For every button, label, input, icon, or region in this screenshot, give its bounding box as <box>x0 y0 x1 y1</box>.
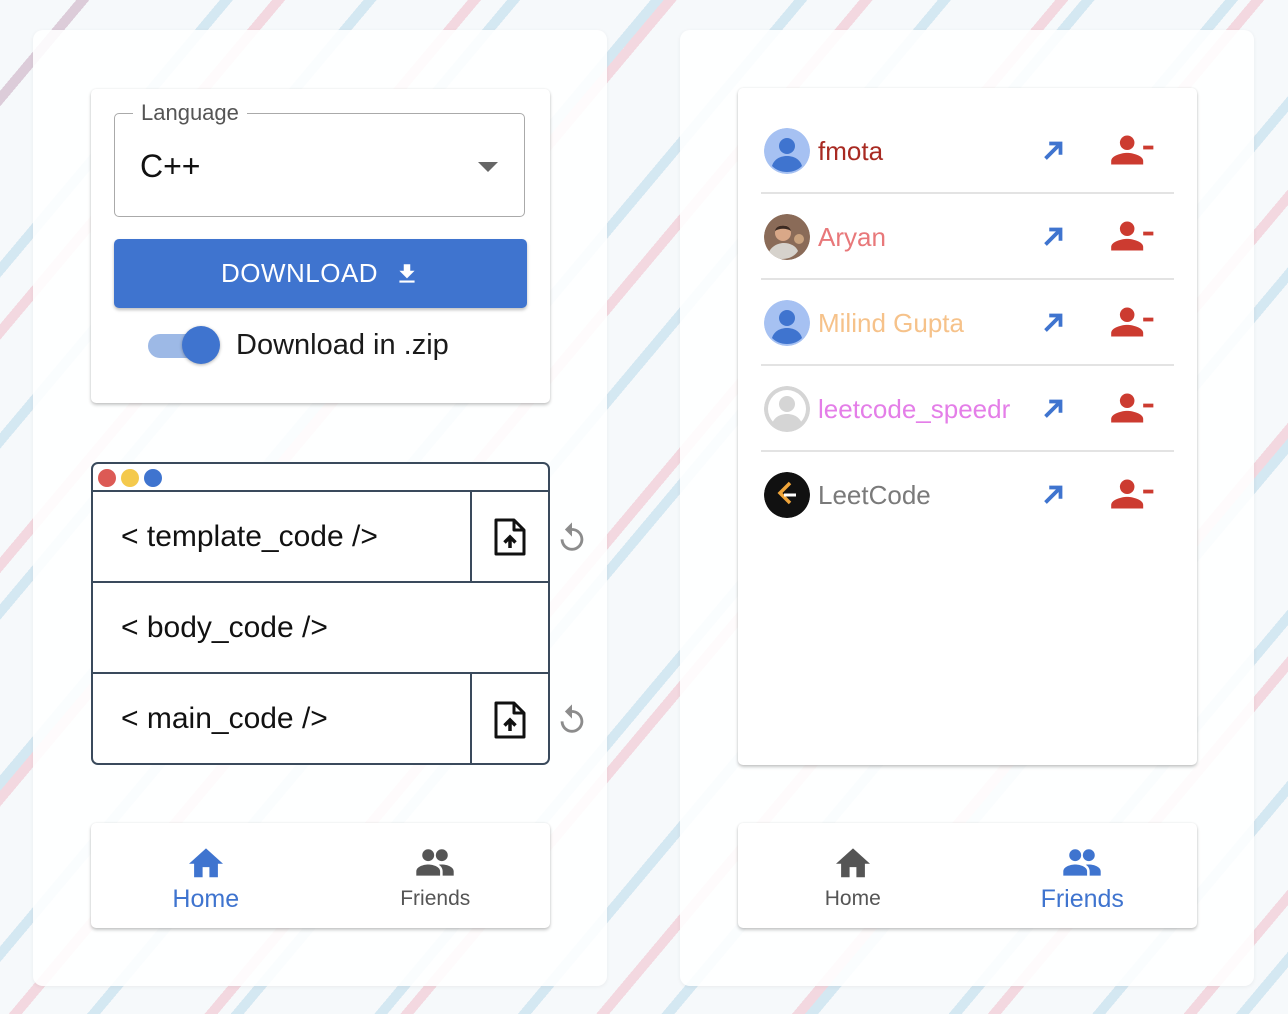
language-select-value: C++ <box>140 148 201 184</box>
friend-row: LeetCode <box>761 452 1174 538</box>
download-button[interactable]: DOWNLOAD <box>114 239 527 308</box>
language-select[interactable]: Language C++ <box>114 100 525 217</box>
window-dot-yellow <box>121 469 139 487</box>
main-code-label[interactable]: < main_code /> <box>121 702 328 736</box>
download-button-label: DOWNLOAD <box>220 258 379 288</box>
friend-name[interactable]: Aryan <box>818 222 886 253</box>
nav-friends-label: Friends <box>400 887 471 910</box>
nav-friends[interactable]: Friends <box>321 823 551 928</box>
friend-avatar <box>764 472 810 518</box>
friend-name[interactable]: LeetCode <box>818 480 931 511</box>
remove-friend-icon[interactable] <box>1111 392 1155 424</box>
bottom-navigation: Home Friends <box>91 823 550 928</box>
zip-toggle-thumb[interactable] <box>182 326 220 364</box>
download-icon <box>399 263 415 283</box>
reset-main-icon[interactable] <box>555 703 589 737</box>
chevron-down-icon[interactable] <box>478 162 498 172</box>
people-icon <box>416 849 454 876</box>
open-profile-icon[interactable] <box>1038 222 1068 252</box>
nav-home[interactable]: Home <box>738 823 968 928</box>
remove-friend-icon[interactable] <box>1111 478 1155 510</box>
friends-list-card: fmota Aryan Milind Gupta leetcode_speedr… <box>738 88 1197 765</box>
window-dot-red <box>98 469 116 487</box>
nav-friends-label: Friends <box>1040 885 1124 913</box>
template-code-row: < template_code /> <box>93 492 548 583</box>
main-code-row: < main_code /> <box>93 674 548 763</box>
open-profile-icon[interactable] <box>1038 308 1068 338</box>
zip-toggle[interactable] <box>146 324 221 364</box>
file-upload-icon <box>494 701 526 738</box>
nav-home-label: Home <box>172 885 240 913</box>
friend-avatar <box>764 128 810 174</box>
remove-friend-icon[interactable] <box>1111 306 1155 338</box>
download-settings-card: Language C++ DOWNLOAD Download in .zip <box>91 89 550 403</box>
window-dot-blue <box>144 469 162 487</box>
nav-friends[interactable]: Friends <box>968 823 1198 928</box>
remove-friend-icon[interactable] <box>1111 134 1155 166</box>
friend-row: Aryan <box>761 194 1174 280</box>
friends-panel: fmota Aryan Milind Gupta leetcode_speedr… <box>680 30 1254 986</box>
body-code-row: < body_code /> <box>93 583 548 674</box>
friend-row: leetcode_speedr <box>761 366 1174 452</box>
friend-avatar <box>764 214 810 260</box>
nav-home-label: Home <box>824 887 881 910</box>
open-profile-icon[interactable] <box>1038 136 1068 166</box>
template-code-label[interactable]: < template_code /> <box>121 520 378 554</box>
nav-home[interactable]: Home <box>91 823 321 928</box>
main-upload-button[interactable] <box>470 674 548 763</box>
code-window: < template_code /> < body_code /> < main… <box>91 462 550 765</box>
window-title-bar <box>93 464 548 492</box>
body-code-label[interactable]: < body_code /> <box>121 611 328 645</box>
bottom-navigation: Home Friends <box>738 823 1197 928</box>
file-upload-icon <box>494 518 526 555</box>
home-panel: Language C++ DOWNLOAD Download in .zip <… <box>33 30 607 986</box>
friend-name[interactable]: fmota <box>818 136 883 167</box>
language-select-label: Language <box>133 100 247 126</box>
open-profile-icon[interactable] <box>1038 394 1068 424</box>
people-icon <box>1063 849 1101 876</box>
friend-avatar <box>764 386 810 432</box>
template-upload-button[interactable] <box>470 492 548 581</box>
open-profile-icon[interactable] <box>1038 480 1068 510</box>
friend-row: fmota <box>761 108 1174 194</box>
zip-toggle-label: Download in .zip <box>236 329 449 361</box>
friend-row: Milind Gupta <box>761 280 1174 366</box>
home-icon <box>835 848 870 878</box>
remove-friend-icon[interactable] <box>1111 220 1155 252</box>
friend-name[interactable]: Milind Gupta <box>818 308 964 339</box>
friend-name[interactable]: leetcode_speedr <box>818 394 1010 425</box>
reset-template-icon[interactable] <box>555 521 589 555</box>
friend-avatar <box>764 300 810 346</box>
home-icon <box>188 848 223 878</box>
